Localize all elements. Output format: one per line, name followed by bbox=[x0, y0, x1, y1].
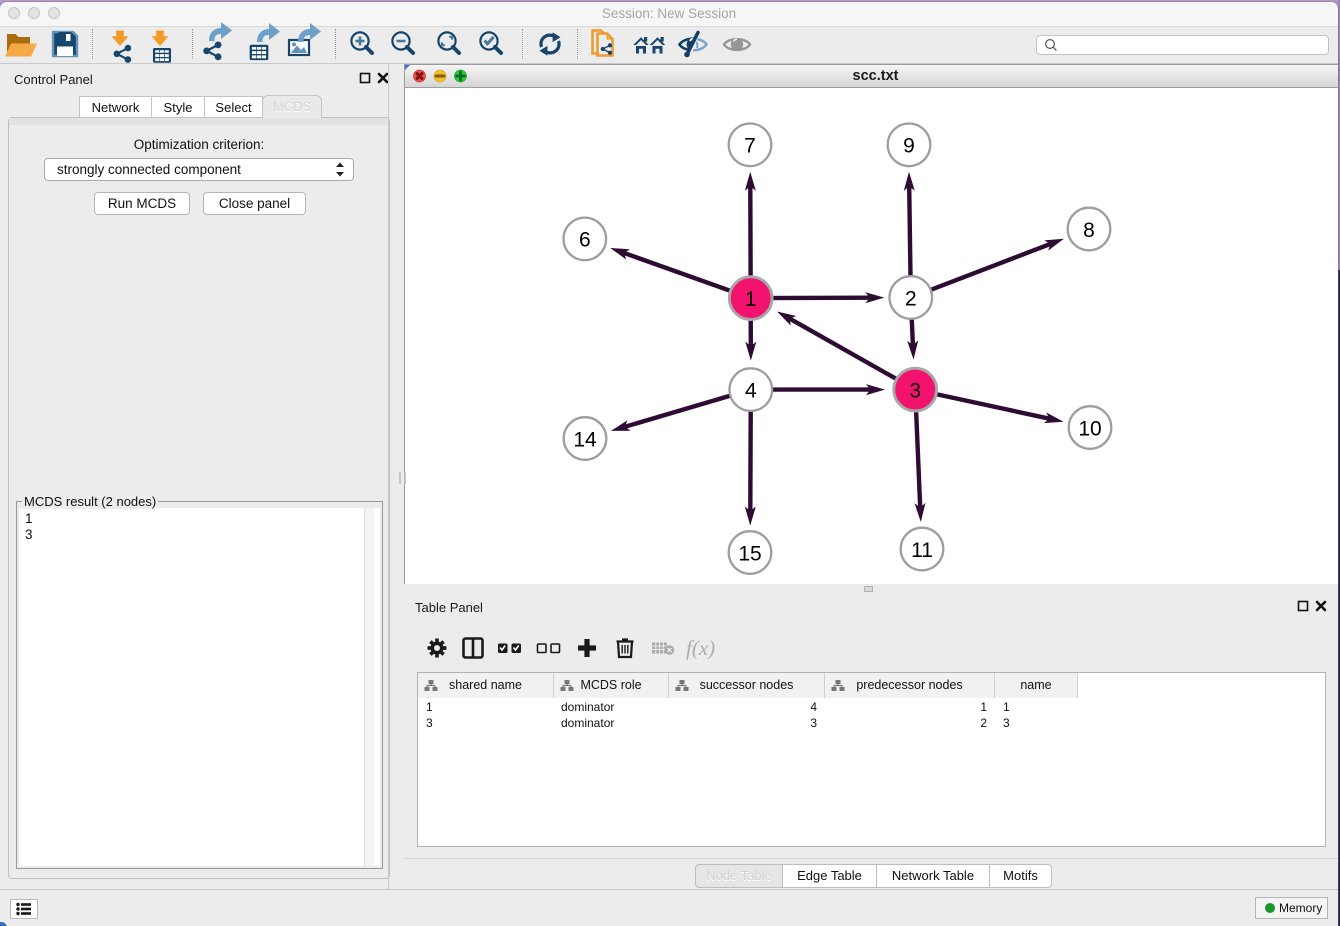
svg-text:8: 8 bbox=[1083, 219, 1095, 242]
svg-text:f(x): f(x) bbox=[686, 636, 715, 660]
svg-text:10: 10 bbox=[1078, 417, 1101, 440]
svg-text:6: 6 bbox=[579, 229, 591, 252]
svg-text:15: 15 bbox=[738, 542, 761, 565]
svg-text:1: 1 bbox=[745, 288, 757, 311]
svg-text:3: 3 bbox=[909, 379, 921, 402]
svg-text:7: 7 bbox=[744, 135, 756, 158]
svg-text:2: 2 bbox=[905, 287, 917, 310]
svg-text:4: 4 bbox=[745, 379, 757, 402]
svg-text:9: 9 bbox=[903, 135, 915, 158]
svg-text:11: 11 bbox=[911, 539, 933, 562]
svg-text:14: 14 bbox=[573, 428, 597, 451]
